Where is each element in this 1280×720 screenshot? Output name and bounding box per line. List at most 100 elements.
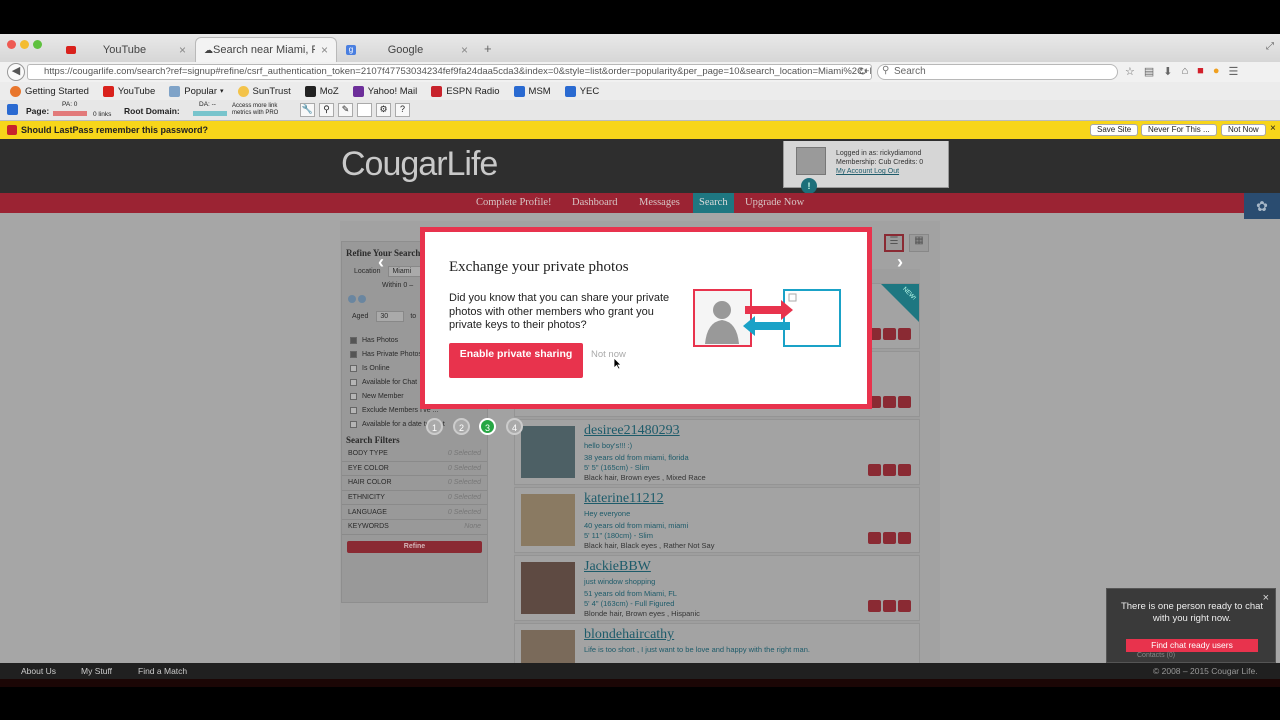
bookmark-popular[interactable]: Popular ▾	[169, 85, 224, 97]
slider-handle[interactable]	[358, 295, 366, 303]
footer-about-us[interactable]: About Us	[21, 666, 56, 676]
magnifier-icon[interactable]: ⚲	[319, 103, 334, 117]
step-dot-4[interactable]: 4	[506, 418, 523, 435]
modal-next-arrow-icon[interactable]: ›	[897, 252, 903, 273]
gift-icon[interactable]	[898, 600, 911, 612]
extension-icon[interactable]: ●	[1213, 65, 1220, 78]
url-bar[interactable]: https://cougarlife.com/search?ref=signup…	[27, 64, 872, 80]
minimize-window-button[interactable]	[20, 40, 29, 49]
modal-prev-arrow-icon[interactable]: ‹	[378, 252, 384, 273]
result-card[interactable]: desiree21480293 hello boy's!!! :) 38 yea…	[514, 419, 920, 485]
close-window-button[interactable]	[7, 40, 16, 49]
nav-complete-profile[interactable]: Complete Profile!	[476, 193, 552, 213]
profile-photo[interactable]	[521, 494, 575, 546]
filter-language[interactable]: LANGUAGE 0 Selected	[342, 505, 487, 520]
cougarlife-logo[interactable]: CougarLife	[341, 145, 498, 184]
save-site-button[interactable]: Save Site	[1090, 124, 1139, 136]
not-now-button[interactable]: Not Now	[1221, 124, 1266, 136]
refine-button[interactable]: Refine	[347, 540, 482, 553]
profile-photo[interactable]	[521, 426, 575, 478]
filter-body-type[interactable]: BODY TYPE 0 Selected	[342, 447, 487, 462]
fullscreen-icon[interactable]: ⤢	[1266, 41, 1274, 52]
menu-icon[interactable]: ☰	[1228, 65, 1238, 78]
reading-list-icon[interactable]: ▤	[1144, 65, 1154, 78]
message-icon[interactable]	[868, 532, 881, 544]
bookmark-yec[interactable]: YEC	[564, 85, 599, 97]
alert-icon[interactable]: !	[801, 178, 817, 194]
settings-gear-icon[interactable]: ⚙	[376, 103, 391, 117]
account-links[interactable]: My Account Log Out	[836, 167, 899, 176]
moz-m-icon[interactable]	[7, 104, 18, 115]
download-icon[interactable]: ⬇	[1163, 65, 1172, 78]
filter-hair-color[interactable]: HAIR COLOR 0 Selected	[342, 476, 487, 491]
profile-name[interactable]: katerine11212	[584, 491, 664, 507]
close-tab-icon[interactable]: ×	[321, 43, 328, 57]
bookmark-yahoo-mail[interactable]: Yahoo! Mail	[352, 85, 417, 97]
bookmark-msm[interactable]: MSM	[513, 85, 551, 97]
nav-upgrade-now[interactable]: Upgrade Now	[745, 193, 804, 213]
bookmark-suntrust[interactable]: SunTrust	[237, 85, 291, 97]
age-select[interactable]: 30	[376, 311, 405, 322]
browser-search-input[interactable]: Search	[877, 64, 1118, 80]
filter-eye-color[interactable]: EYE COLOR 0 Selected	[342, 462, 487, 477]
profile-photo[interactable]	[521, 562, 575, 614]
message-icon[interactable]	[868, 464, 881, 476]
bookmark-getting-started[interactable]: Getting Started	[10, 85, 89, 97]
slider-handle[interactable]	[348, 295, 356, 303]
favorite-heart-icon[interactable]	[883, 328, 896, 340]
step-dot-1[interactable]: 1	[426, 418, 443, 435]
gift-icon[interactable]	[898, 328, 911, 340]
bookmark-star-icon[interactable]: ☆	[1125, 65, 1135, 78]
gift-icon[interactable]	[898, 396, 911, 408]
zoom-window-button[interactable]	[33, 40, 42, 49]
filter-ethnicity[interactable]: ETHNICITY 0 Selected	[342, 491, 487, 506]
enable-private-sharing-button[interactable]: Enable private sharing	[449, 343, 583, 378]
close-lastpass-icon[interactable]: ×	[1270, 123, 1276, 134]
profile-name[interactable]: blondehaircathy	[584, 627, 674, 643]
footer-find-a-match[interactable]: Find a Match	[138, 666, 187, 676]
list-view-icon[interactable]: ☰	[884, 234, 904, 252]
never-for-this-button[interactable]: Never For This ...	[1141, 124, 1217, 136]
page-icon[interactable]	[357, 103, 372, 117]
step-dot-2[interactable]: 2	[453, 418, 470, 435]
find-chat-ready-users-button[interactable]: Find chat ready users	[1126, 639, 1258, 652]
reload-icon[interactable]: ↻	[858, 65, 867, 78]
bookmark-youtube[interactable]: YouTube	[102, 85, 155, 97]
step-dot-3[interactable]: 3	[479, 418, 496, 435]
result-card[interactable]: JackieBBW just window shopping 51 years …	[514, 555, 920, 621]
result-card[interactable]: blondehaircathy Life is too short , I ju…	[514, 623, 920, 663]
gift-icon[interactable]	[898, 532, 911, 544]
grid-view-icon[interactable]: ▦	[909, 234, 929, 252]
favorite-heart-icon[interactable]	[883, 464, 896, 476]
profile-name[interactable]: JackieBBW	[584, 559, 651, 575]
new-tab-button[interactable]: +	[484, 41, 492, 56]
lastpass-icon[interactable]: ■	[1197, 65, 1204, 78]
message-icon[interactable]	[868, 600, 881, 612]
favorite-heart-icon[interactable]	[883, 600, 896, 612]
tab-search-near-miami[interactable]: ☁ Search near Miami, FL – C… ×	[195, 37, 337, 62]
favorite-heart-icon[interactable]	[883, 532, 896, 544]
gift-icon[interactable]	[898, 464, 911, 476]
nav-search[interactable]: Search	[693, 193, 734, 213]
help-icon[interactable]: ?	[395, 103, 410, 117]
filter-keywords[interactable]: KEYWORDS None	[342, 520, 487, 535]
chat-widget-icon[interactable]: ✿	[1244, 193, 1280, 219]
bookmark-moz[interactable]: MoZ	[304, 85, 339, 97]
home-icon[interactable]: ⌂	[1182, 65, 1189, 78]
result-card[interactable]: katerine11212 Hey everyone 40 years old …	[514, 487, 920, 553]
back-button[interactable]: ◀	[7, 63, 25, 81]
close-tab-icon[interactable]: ×	[179, 43, 186, 57]
footer-my-stuff[interactable]: My Stuff	[81, 666, 112, 676]
pencil-icon[interactable]: ✎	[338, 103, 353, 117]
nav-messages[interactable]: Messages	[639, 193, 680, 213]
profile-photo[interactable]	[521, 630, 575, 663]
wrench-icon[interactable]: 🔧	[300, 103, 315, 117]
close-tab-icon[interactable]: ×	[461, 43, 468, 57]
nav-dashboard[interactable]: Dashboard	[572, 193, 618, 213]
profile-name[interactable]: desiree21480293	[584, 423, 680, 439]
tab-google[interactable]: g Google ×	[338, 37, 476, 62]
favorite-heart-icon[interactable]	[883, 396, 896, 408]
tab-youtube[interactable]: YouTube ×	[58, 37, 194, 62]
bookmark-espn-radio[interactable]: ESPN Radio	[431, 85, 500, 97]
avatar[interactable]	[796, 147, 826, 175]
